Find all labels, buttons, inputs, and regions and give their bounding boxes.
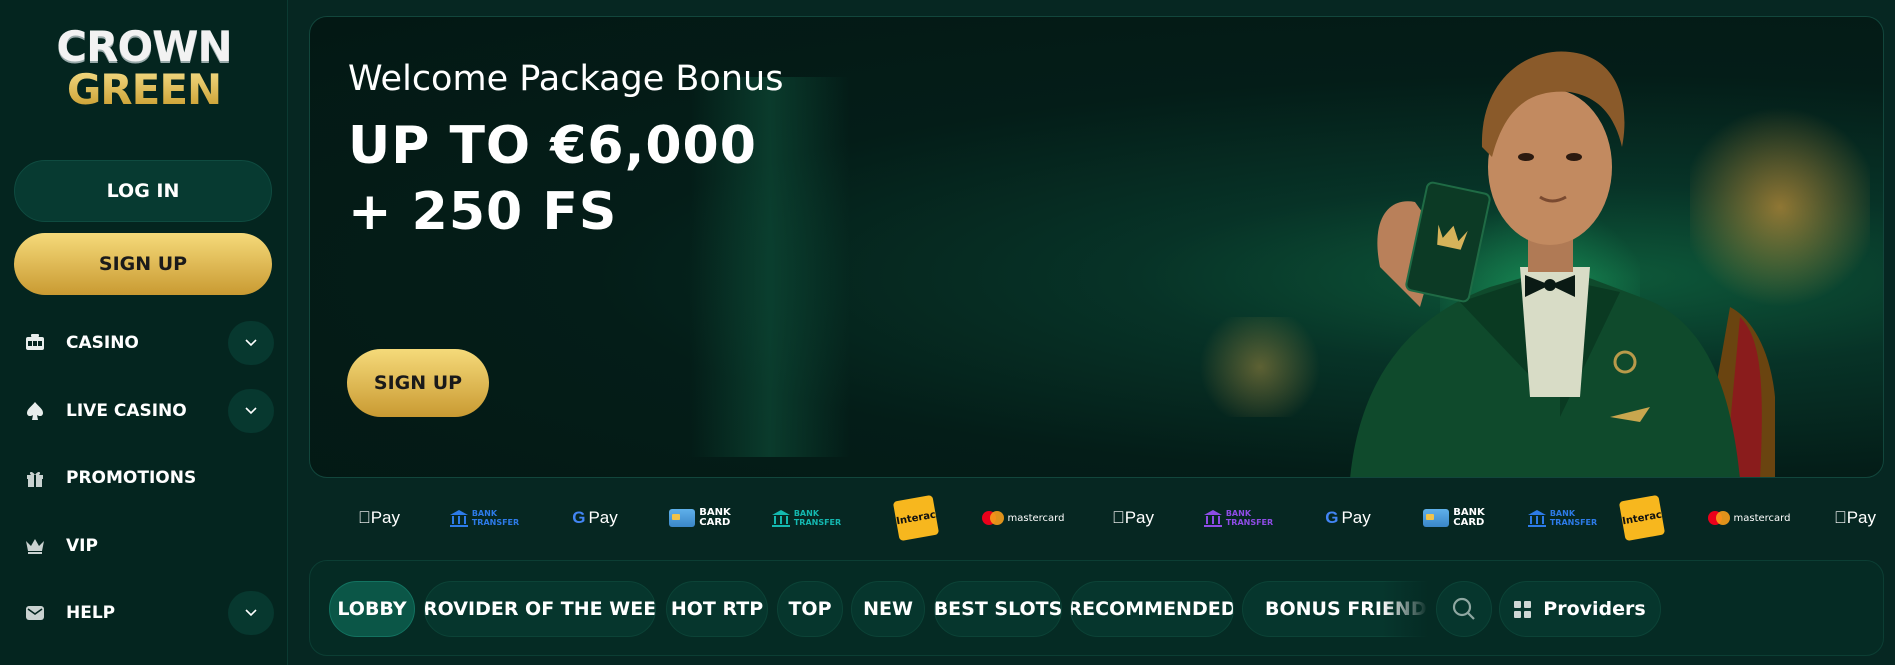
providers-label: Providers <box>1543 598 1646 620</box>
sidebar-item-label: VIP <box>66 536 98 556</box>
gift-icon <box>24 467 46 489</box>
signup-button[interactable]: SIGN UP <box>14 233 272 295</box>
sidebar-item-help[interactable]: HELP <box>24 590 274 636</box>
tab-hot-rtp[interactable]: HOT RTP <box>666 581 768 637</box>
hero-character-illustration <box>1350 51 1775 477</box>
chevron-down-icon[interactable] <box>228 389 274 433</box>
card-icon <box>669 509 696 527</box>
mastercard-logo: mastercard <box>1707 494 1791 542</box>
search-button[interactable] <box>1436 581 1492 637</box>
google-pay-logo: G Pay <box>572 508 618 527</box>
tabs-scroll-fade <box>1382 581 1428 637</box>
mastercard-logo: mastercard <box>981 494 1065 542</box>
hero-title-line-2: + 250 FS <box>348 182 618 242</box>
apple-pay-logo: Pay <box>1108 494 1158 542</box>
tab-lobby[interactable]: LOBBY <box>329 581 415 637</box>
tab-new[interactable]: NEW <box>851 581 925 637</box>
sidebar-item-live-casino[interactable]: LIVE CASINO <box>24 388 274 434</box>
payment-methods-strip: Pay BANKTRANSFER GPay BANKCARD BANKTRAN… <box>309 494 1884 542</box>
google-g-icon: G <box>572 508 586 527</box>
hero-title: UP TO €6,000 + 250 FS <box>348 113 757 245</box>
sidebar: CROWN GREEN LOG IN SIGN UP CASINO LIVE C… <box>0 0 288 665</box>
apple-pay-logo: Pay <box>1830 494 1880 542</box>
card-icon <box>1423 509 1450 527</box>
tab-provider-of-the-week[interactable]: PROVIDER OF THE WEEK <box>424 581 656 637</box>
bank-transfer-logo: BANK TRANSFER <box>1527 494 1597 542</box>
logo-line-1: CROWN <box>52 26 236 68</box>
game-category-bar: LOBBY PROVIDER OF THE WEEK HOT RTP TOP N… <box>309 560 1884 656</box>
bank-icon <box>449 510 468 527</box>
chevron-down-icon[interactable] <box>228 591 274 635</box>
tab-best-slots[interactable]: BEST SLOTS <box>934 581 1062 637</box>
hero-title-line-1: UP TO €6,000 <box>348 116 757 176</box>
bank-icon <box>1203 510 1222 527</box>
search-icon <box>1452 597 1475 620</box>
sidebar-item-vip[interactable]: VIP <box>24 523 274 569</box>
tab-recommended[interactable]: RECOMMENDED <box>1070 581 1234 637</box>
spade-icon <box>24 400 46 422</box>
hero-banner[interactable]: Welcome Package Bonus UP TO €6,000 + 250… <box>309 16 1884 478</box>
hero-signup-button[interactable]: SIGN UP <box>347 349 489 417</box>
bank-card-logo: BANK CARD <box>667 494 733 542</box>
google-pay-logo: G Pay <box>1325 508 1371 527</box>
bank-transfer-logo: BANK TRANSFER <box>449 494 519 542</box>
sidebar-item-label: LIVE CASINO <box>66 401 187 421</box>
slot-machine-icon <box>24 332 46 354</box>
logo-text-top: CROWN <box>56 22 232 71</box>
tab-top[interactable]: TOP <box>777 581 843 637</box>
apple-icon:  <box>1112 508 1125 528</box>
sidebar-item-label: PROMOTIONS <box>66 468 197 488</box>
chevron-down-icon[interactable] <box>228 321 274 365</box>
google-g-icon: G <box>1325 508 1339 527</box>
bank-transfer-logo: BANK TRANSFER <box>771 494 841 542</box>
providers-button[interactable]: Providers <box>1499 581 1661 637</box>
sidebar-item-promotions[interactable]: PROMOTIONS <box>24 455 274 501</box>
sidebar-item-label: CASINO <box>66 333 139 353</box>
apple-pay-logo: Pay <box>354 494 404 542</box>
bank-icon <box>1527 510 1546 527</box>
apple-icon:  <box>1834 508 1847 528</box>
bank-transfer-logo: BANK TRANSFER <box>1203 494 1273 542</box>
sidebar-item-casino[interactable]: CASINO <box>24 320 274 366</box>
hero-subtitle: Welcome Package Bonus <box>348 59 784 99</box>
interac-logo: Interac <box>1618 494 1666 542</box>
bank-icon <box>771 510 790 527</box>
crown-icon <box>24 535 46 557</box>
logo-line-2: GREEN <box>52 68 236 112</box>
bank-card-logo: BANK CARD <box>1421 494 1487 542</box>
login-button[interactable]: LOG IN <box>14 160 272 222</box>
crown-green-logo[interactable]: CROWN GREEN <box>52 26 236 114</box>
grid-icon <box>1514 600 1532 618</box>
interac-logo: Interac <box>892 494 940 542</box>
sidebar-item-label: HELP <box>66 603 116 623</box>
message-icon <box>24 602 46 624</box>
apple-icon:  <box>358 508 371 528</box>
